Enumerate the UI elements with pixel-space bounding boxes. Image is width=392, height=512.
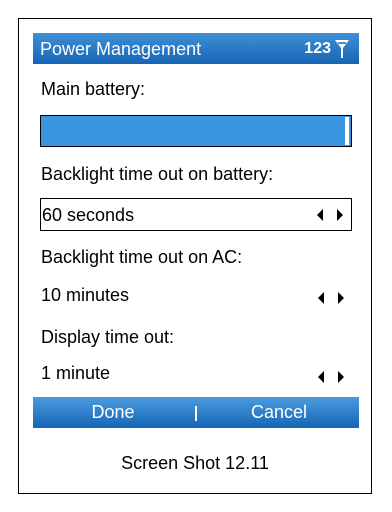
left-right-arrows-icon[interactable] [318,292,344,304]
screenshot-frame: Power Management 123 Main battery: Backl… [18,18,372,494]
backlight-battery-label: Backlight time out on battery: [41,164,274,184]
device-screen: Power Management 123 Main battery: Backl… [33,33,359,428]
backlight-battery-value: 60 seconds [42,205,135,225]
title-bar: Power Management 123 [33,33,359,64]
backlight-ac-label: Backlight time out on AC: [41,247,243,267]
backlight-ac-value: 10 minutes [41,285,130,305]
softkey-divider [195,406,197,421]
cancel-softkey[interactable]: Cancel [199,397,359,428]
battery-bar-remainder [345,117,349,145]
battery-level-bar [40,115,352,147]
window-title: Power Management [40,39,202,59]
display-timeout-select[interactable]: 1 minute [33,357,359,389]
main-battery-label: Main battery: [41,79,146,99]
softkey-bar: Done Cancel [33,397,359,428]
done-softkey[interactable]: Done [33,397,193,428]
backlight-battery-select[interactable]: 60 seconds [40,198,352,231]
left-right-arrows-icon[interactable] [317,209,343,221]
status-area: 123 [304,38,349,60]
display-timeout-label: Display time out: [41,327,175,347]
left-right-arrows-icon[interactable] [318,371,344,383]
display-timeout-value: 1 minute [41,363,111,383]
backlight-ac-select[interactable]: 10 minutes [33,279,359,311]
figure-caption: Screen Shot 12.11 [121,453,269,473]
signal-antenna-icon [335,40,349,58]
input-mode-indicator: 123 [304,40,331,57]
